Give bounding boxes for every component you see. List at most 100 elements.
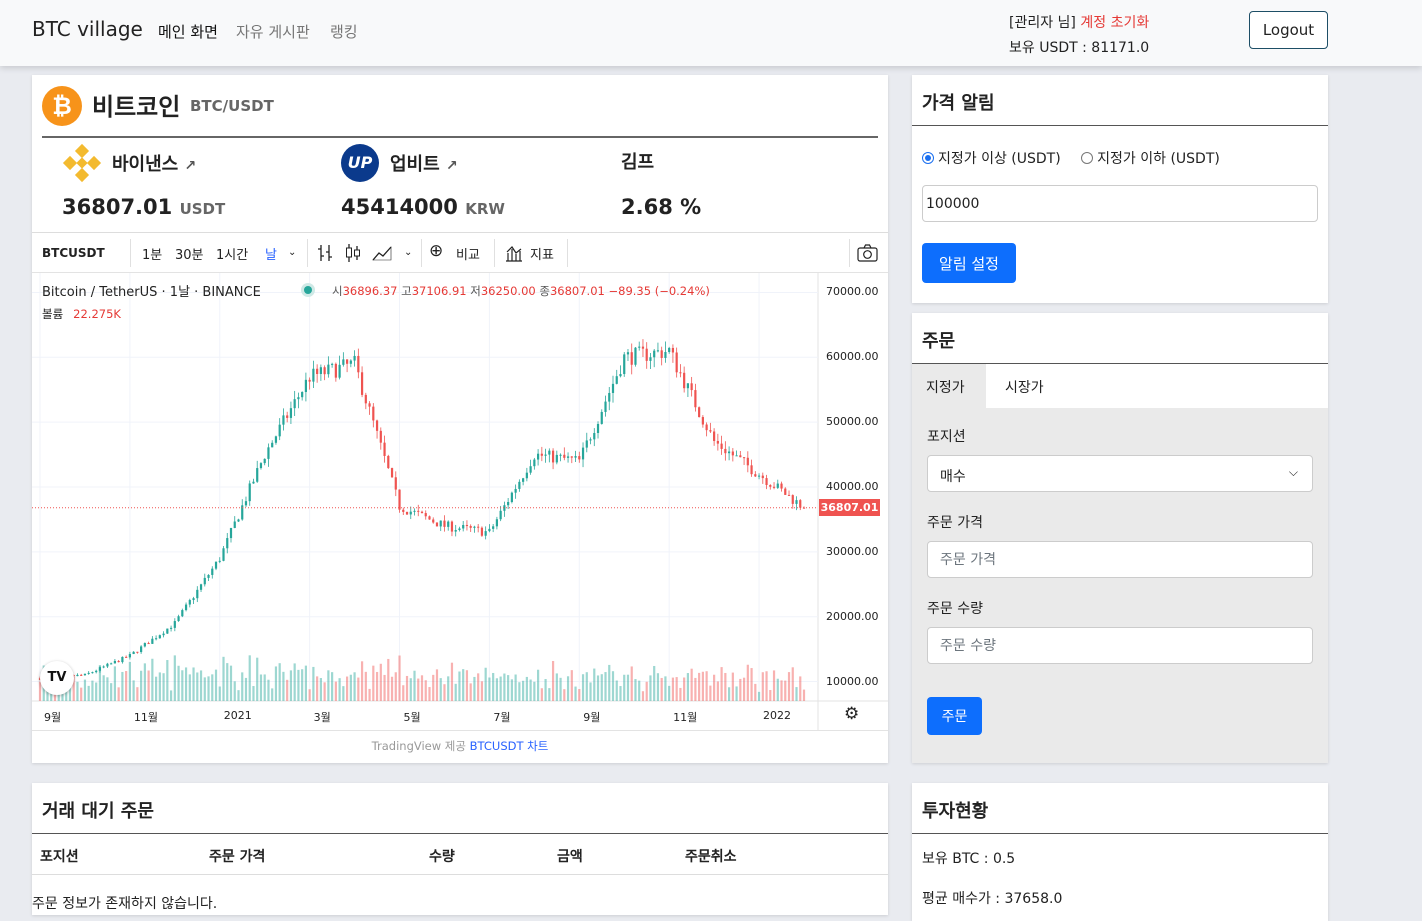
brand-logo[interactable]: BTC village	[32, 17, 143, 41]
empty-message: 주문 정보가 존재하지 않습니다.	[32, 896, 218, 912]
radio-unchecked-icon[interactable]	[1081, 152, 1094, 164]
candle-body	[154, 638, 158, 640]
panel-title: 투자현황	[922, 801, 989, 822]
symbol-search[interactable]: BTCUSDT	[42, 246, 105, 260]
radio-below[interactable]: 지정가 이하 (USDT)	[1081, 151, 1220, 167]
order-qty-input[interactable]	[927, 627, 1313, 664]
candle-body	[402, 509, 405, 512]
order-submit-button[interactable]: 주문	[927, 697, 982, 735]
set-alert-button[interactable]: 알림 설정	[922, 243, 1016, 283]
volume-bar	[742, 677, 746, 701]
nav-link-ranking[interactable]: 랭킹	[330, 21, 358, 42]
candle-body	[87, 672, 90, 674]
coin-name: 비트코인	[92, 93, 181, 121]
volume-bar	[177, 665, 180, 701]
reset-account-link[interactable]: 계정 초기화	[1080, 15, 1149, 31]
volume-bar	[383, 674, 386, 701]
camera-icon[interactable]	[857, 244, 878, 262]
nav-link-main[interactable]: 메인 화면	[158, 21, 218, 42]
volume-bar	[750, 668, 753, 701]
volume-bar	[312, 666, 315, 701]
tab-market[interactable]: 시장가	[991, 364, 1058, 408]
volume-bar	[529, 679, 532, 701]
interval-30m[interactable]: 30분	[175, 244, 204, 263]
candle-body	[439, 520, 442, 527]
settings-gear-icon[interactable]: ⚙	[844, 704, 859, 724]
plus-circle-icon[interactable]: ⊕	[429, 241, 443, 261]
price-alert-panel: 가격 알림 지정가 이상 (USDT) 지정가 이하 (USDT) 알림 설정	[912, 75, 1328, 303]
nav-link-board[interactable]: 자유 게시판	[236, 21, 310, 42]
alert-price-input[interactable]	[922, 185, 1318, 222]
chart-link[interactable]: BTCUSDT 차트	[470, 739, 549, 753]
candle-body	[319, 367, 322, 374]
volume-bar	[424, 680, 427, 701]
binance-name[interactable]: 바이낸스 ↗	[112, 150, 196, 176]
candle-body	[252, 481, 255, 484]
volume-bar	[653, 665, 656, 701]
candle-style-icon[interactable]	[345, 243, 361, 263]
volume-bar	[713, 674, 716, 701]
chevron-down-icon[interactable]: ⌄	[404, 247, 412, 258]
candle-body	[95, 670, 98, 673]
candle-body	[132, 651, 135, 655]
volume-bar	[724, 672, 727, 701]
volume-bar	[360, 661, 364, 701]
volume-bar	[244, 677, 248, 701]
volume-bar	[525, 676, 528, 701]
interval-1d[interactable]: 날	[265, 244, 277, 263]
volume-bar	[757, 691, 761, 701]
candle-body	[683, 372, 686, 389]
candle-body	[435, 522, 439, 527]
volume-bar	[237, 690, 240, 701]
volume-bar	[113, 666, 117, 701]
volume-bar	[578, 689, 581, 701]
volume-bar	[540, 688, 543, 701]
volume-bar	[698, 672, 701, 701]
volume-bar	[207, 676, 210, 701]
volume-bar	[293, 663, 296, 701]
order-price-input[interactable]	[927, 541, 1313, 578]
candle-body	[353, 355, 356, 361]
position-select[interactable]: 매수 ⌵	[927, 455, 1313, 492]
interval-1m[interactable]: 1분	[142, 244, 162, 263]
compare-button[interactable]: 비교	[456, 244, 480, 263]
volume-bar	[611, 671, 615, 701]
chart-legend-title: Bitcoin / TetherUS · 1날 · BINANCE	[42, 285, 261, 300]
interval-1h[interactable]: 1시간	[216, 244, 248, 263]
candle-body	[289, 408, 293, 418]
price-chart[interactable]	[32, 273, 888, 731]
area-style-icon[interactable]	[372, 245, 392, 261]
volume-bar	[169, 690, 173, 701]
candle-body	[724, 448, 727, 454]
candle-body	[765, 478, 768, 486]
external-link-icon: ↗	[184, 158, 197, 174]
radio-checked-icon[interactable]	[922, 152, 934, 164]
volume-bar	[420, 675, 424, 701]
indicators-icon[interactable]	[505, 244, 523, 262]
volume-bar	[649, 675, 652, 701]
candle-body	[76, 674, 79, 677]
chevron-down-icon[interactable]: ⌄	[288, 247, 296, 258]
candle-body	[492, 526, 495, 529]
time-tick-label: 9월	[44, 711, 62, 724]
logout-button[interactable]: Logout	[1249, 11, 1328, 49]
volume-bar	[705, 671, 708, 701]
volume-bar	[727, 687, 731, 701]
volume-bar	[548, 688, 551, 701]
candle-body	[525, 472, 528, 479]
bar-style-icon[interactable]	[317, 244, 333, 262]
volume-bar	[98, 665, 102, 701]
radio-above[interactable]: 지정가 이상 (USDT)	[922, 151, 1061, 167]
order-qty-label: 주문 수량	[927, 601, 983, 617]
candle-body	[372, 406, 375, 421]
tab-limit[interactable]: 지정가	[912, 364, 986, 408]
volume-bar	[776, 678, 779, 701]
divider	[32, 874, 888, 875]
volume-bar	[465, 670, 469, 701]
upbit-name[interactable]: 업비트 ↗	[390, 150, 458, 176]
volume-bar	[600, 674, 603, 701]
candle-body	[739, 455, 742, 458]
candle-body	[218, 560, 221, 562]
indicators-button[interactable]: 지표	[530, 244, 554, 263]
tradingview-logo-icon[interactable]: TV	[40, 661, 74, 695]
